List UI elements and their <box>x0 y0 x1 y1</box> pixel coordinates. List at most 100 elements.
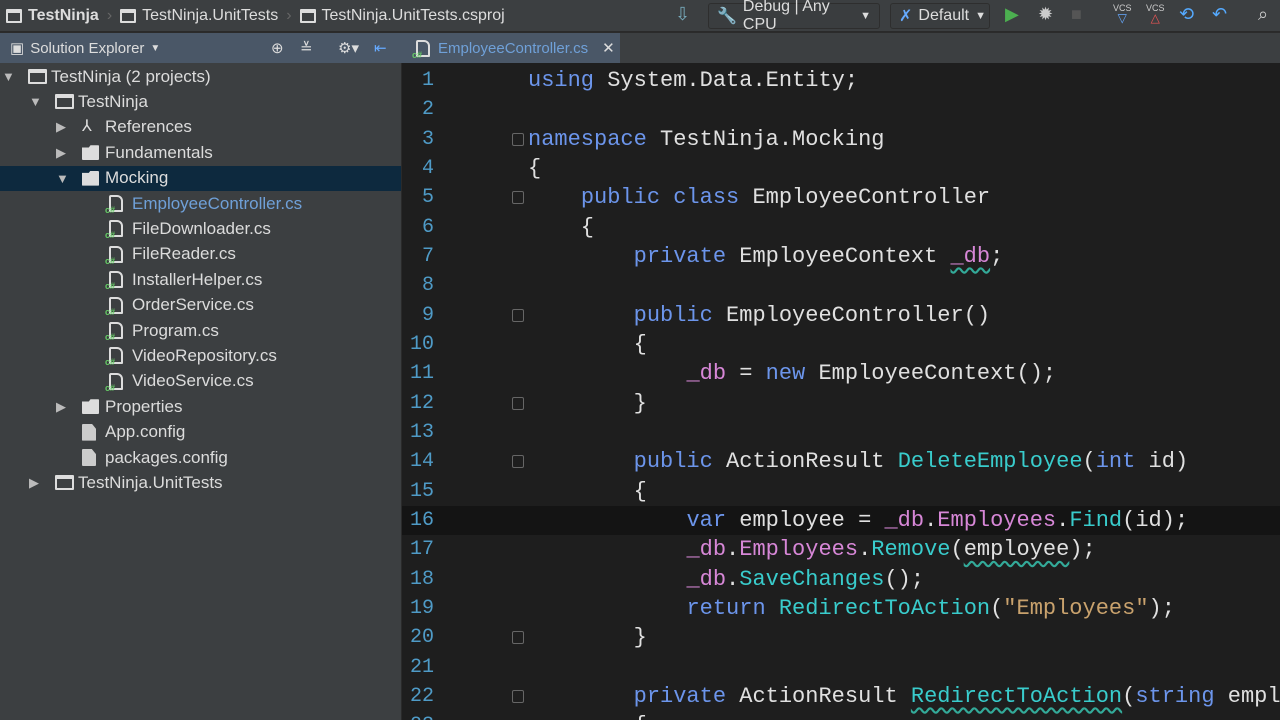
collapse-all-icon[interactable]: ≚ <box>300 39 313 57</box>
code-line[interactable]: 17 _db.Employees.Remove(employee); <box>402 535 1280 564</box>
code-line[interactable]: 7 private EmployeeContext _db; <box>402 242 1280 271</box>
breadcrumb-file[interactable]: TestNinja.UnitTests.csproj <box>294 7 511 25</box>
code-line[interactable]: 15 { <box>402 477 1280 506</box>
code-line[interactable]: 16 var employee = _db.Employees.Find(id)… <box>402 505 1280 535</box>
code-line[interactable]: 1 using System.Data.Entity; <box>402 66 1280 95</box>
code-line[interactable]: 19 return RedirectToAction("Employees"); <box>402 594 1280 623</box>
wrench-icon: 🔧 <box>717 8 737 25</box>
tree-item-label: EmployeeController.cs <box>132 193 303 213</box>
code-line[interactable]: 18 _db.SaveChanges(); <box>402 565 1280 594</box>
expand-down-icon[interactable]: ▼ <box>56 171 69 186</box>
code-text: private ActionResult RedirectToAction(st… <box>528 682 1280 711</box>
tree-item[interactable]: FileDownloader.cs <box>0 216 401 241</box>
expand-down-icon[interactable]: ▼ <box>29 94 42 109</box>
expand-right-icon[interactable]: ▶ <box>56 145 66 161</box>
tree-item[interactable]: VideoService.cs <box>0 369 401 394</box>
run-icon[interactable]: ▶ <box>1005 4 1019 25</box>
tree-item[interactable]: packages.config <box>0 445 401 470</box>
close-icon[interactable]: ✕ <box>602 39 615 57</box>
fold-marker-icon[interactable] <box>512 308 524 322</box>
tree-item[interactable]: App.config <box>0 420 401 445</box>
code-token: = <box>726 361 766 387</box>
code-line[interactable]: 21 <box>402 653 1280 682</box>
tree-item[interactable]: ▶ Properties <box>0 394 401 419</box>
tree-item[interactable]: InstallerHelper.cs <box>0 267 401 292</box>
code-line[interactable]: 12 } <box>402 389 1280 418</box>
chevron-down-icon[interactable]: ▼ <box>150 43 160 54</box>
cs-icon <box>105 220 123 240</box>
expand-right-icon[interactable]: ▶ <box>56 399 66 415</box>
code-line[interactable]: 11 _db = new EmployeeContext(); <box>402 359 1280 388</box>
code-line[interactable]: 14 public ActionResult DeleteEmployee(in… <box>402 447 1280 476</box>
code-line[interactable]: 2 <box>402 95 1280 124</box>
vcs-commit-button[interactable]: VCS △ <box>1146 3 1165 24</box>
code-text: { <box>528 154 541 183</box>
code-token: { <box>528 214 595 240</box>
search-icon[interactable]: ⌕ <box>1258 4 1268 25</box>
code-line[interactable]: 23 { <box>402 711 1280 720</box>
history-icon[interactable]: ⟲ <box>1179 4 1194 25</box>
fold-marker-icon[interactable] <box>512 191 524 205</box>
panel-title[interactable]: Solution Explorer <box>30 40 144 57</box>
code-line[interactable]: 22 private ActionResult RedirectToAction… <box>402 682 1280 711</box>
code-line[interactable]: 6 { <box>402 213 1280 242</box>
code-line[interactable]: 8 <box>402 271 1280 300</box>
code-token: . <box>726 537 740 563</box>
expand-right-icon[interactable]: ▶ <box>29 475 39 491</box>
run-target-dropdown[interactable]: ✗ Default ▼ <box>890 3 990 29</box>
hide-panel-icon[interactable]: ⇤ <box>374 39 387 57</box>
tree-item[interactable]: ▶ ⅄ References <box>0 115 401 140</box>
tree-item[interactable]: ▼ TestNinja (2 projects) <box>0 64 401 89</box>
tree-item-label: InstallerHelper.cs <box>132 269 263 289</box>
locate-icon[interactable]: ⊕ <box>271 39 284 57</box>
code-line[interactable]: 4{ <box>402 154 1280 183</box>
tree-item[interactable]: OrderService.cs <box>0 293 401 318</box>
tree-item[interactable]: ▶ TestNinja.UnitTests <box>0 470 401 495</box>
configuration-dropdown[interactable]: 🔧 Debug | Any CPU ▼ <box>708 0 880 33</box>
fold-marker-icon[interactable] <box>512 455 524 469</box>
expand-down-icon[interactable]: ▼ <box>2 69 15 84</box>
fold-marker-icon[interactable] <box>512 396 524 410</box>
stop-icon[interactable]: ■ <box>1071 4 1082 25</box>
expand-right-icon[interactable]: ▶ <box>56 119 66 135</box>
cfg-icon <box>82 423 96 441</box>
fold-marker-icon[interactable] <box>512 689 524 703</box>
tree-item[interactable]: FileReader.cs <box>0 242 401 267</box>
tree-item[interactable]: ▼ TestNinja <box>0 89 401 114</box>
code-line[interactable]: 5 public class EmployeeController <box>402 183 1280 212</box>
csproj-icon <box>299 8 316 23</box>
fold-marker-icon[interactable] <box>512 631 524 645</box>
code-token: ); <box>1148 595 1175 621</box>
tree-item[interactable]: ▼ Mocking <box>0 165 401 191</box>
tab-employee-controller[interactable]: EmployeeController.cs ✕ <box>402 33 620 63</box>
code-line[interactable]: 3 namespace TestNinja.Mocking <box>402 125 1280 154</box>
code-text: public class EmployeeController <box>528 183 990 212</box>
vcs-update-button[interactable]: VCS ▽ <box>1113 3 1132 24</box>
gear-icon[interactable]: ⚙▾ <box>338 39 359 57</box>
build-icon[interactable]: ⇩ <box>675 4 690 25</box>
tree-item[interactable]: EmployeeController.cs <box>0 191 401 216</box>
code-line[interactable]: 9 public EmployeeController() <box>402 301 1280 330</box>
code-line[interactable]: 20 } <box>402 623 1280 652</box>
solution-explorer-header: ▣ Solution Explorer ▼ ⊕ ≚ ⚙▾ ⇤ <box>0 33 402 63</box>
breadcrumb-project[interactable]: TestNinja.UnitTests <box>114 7 284 25</box>
fold-marker-icon[interactable] <box>512 132 524 146</box>
code-token: ActionResult <box>726 449 898 475</box>
code-line[interactable]: 10 { <box>402 330 1280 359</box>
revert-icon[interactable]: ↶ <box>1212 4 1227 25</box>
tree-item[interactable]: ▶ Fundamentals <box>0 140 401 165</box>
cs-icon <box>105 372 123 393</box>
tree-item[interactable]: VideoRepository.cs <box>0 343 401 368</box>
code-line[interactable]: 13 <box>402 418 1280 447</box>
tree-item-label: Program.cs <box>132 320 219 340</box>
project-icon <box>120 8 137 23</box>
tree-item[interactable]: Program.cs <box>0 318 401 343</box>
code-token: string <box>1135 683 1228 709</box>
code-editor[interactable]: 1 using System.Data.Entity; 2 3 namespace Te… <box>402 63 1280 720</box>
solution-tree: ▼ TestNinja (2 projects) ▼ TestNinja ▶ ⅄ Refer… <box>0 63 402 720</box>
debug-icon[interactable]: ✹ <box>1038 4 1053 25</box>
breadcrumb-solution[interactable]: TestNinja <box>0 7 105 25</box>
line-number: 1 <box>421 69 434 92</box>
